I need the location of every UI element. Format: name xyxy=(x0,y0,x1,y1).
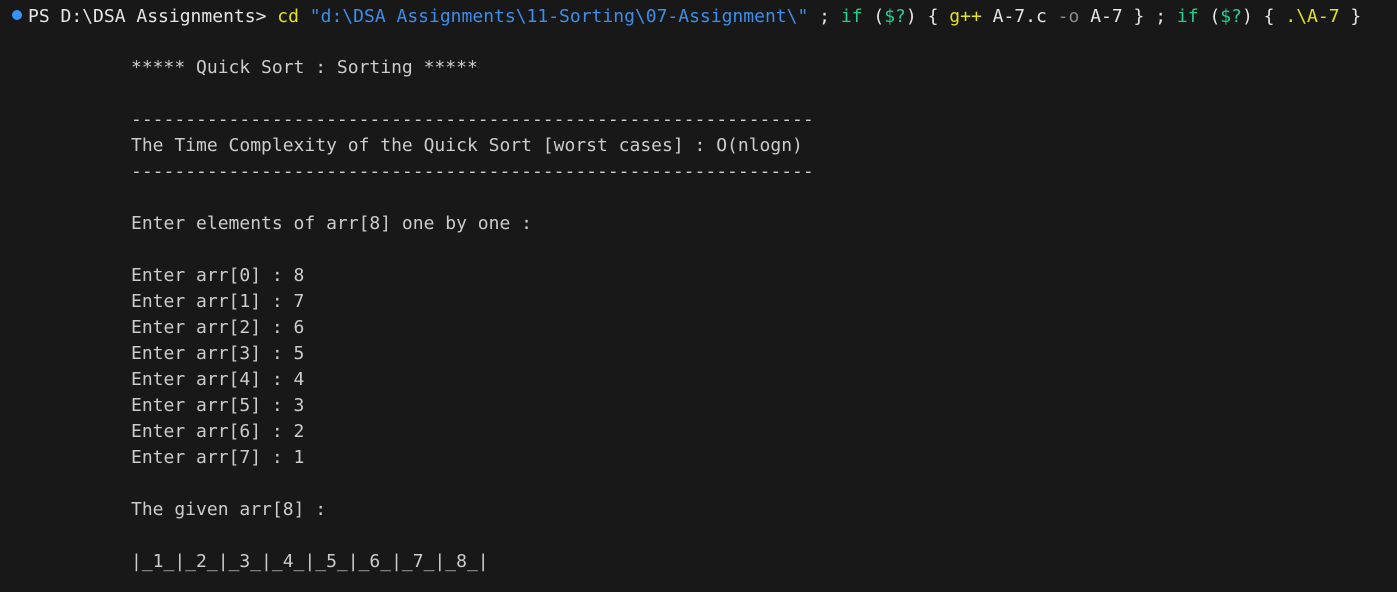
entry-line: Enter arr[5] : 3 xyxy=(131,395,305,416)
cmd-exe: .\A-7 xyxy=(1285,6,1340,27)
cmd-cond1: $? xyxy=(884,6,906,27)
cmd-path: "d:\DSA Assignments\11-Sorting\07-Assign… xyxy=(309,6,809,27)
cmd-brace-open1: { xyxy=(927,6,939,27)
array-display: |_1_|_2_|_3_|_4_|_5_|_6_|_7_|_8_| xyxy=(131,551,489,572)
cmd-flag: -o xyxy=(1057,6,1080,27)
cmd-out: A-7 xyxy=(1090,6,1123,27)
cmd-brace-open2: { xyxy=(1263,6,1275,27)
cmd-gpp: g++ xyxy=(949,6,982,27)
entry-line: Enter arr[0] : 8 xyxy=(131,265,305,286)
cmd-paren-open1: ( xyxy=(873,6,885,27)
cmd-sep2: ; xyxy=(1155,6,1167,27)
cmd-paren-close2: ) xyxy=(1241,6,1253,27)
cmd-brace-close2: } xyxy=(1350,6,1362,27)
cmd-brace-close1: } xyxy=(1133,6,1145,27)
cmd-cond2: $? xyxy=(1220,6,1242,27)
output-title: ***** Quick Sort : Sorting ***** xyxy=(131,57,478,78)
cmd-paren-close1: ) xyxy=(905,6,917,27)
cmd-if2: if xyxy=(1176,6,1199,27)
circle-dot-icon[interactable] xyxy=(12,10,22,20)
entry-line: Enter arr[4] : 4 xyxy=(131,369,305,390)
entry-line: Enter arr[3] : 5 xyxy=(131,343,305,364)
given-array-label: The given arr[8] : xyxy=(131,499,327,520)
cmd-paren-open2: ( xyxy=(1209,6,1221,27)
entry-line: Enter arr[7] : 1 xyxy=(131,447,305,468)
entry-line: Enter arr[6] : 2 xyxy=(131,421,305,442)
divider-bottom: ----------------------------------------… xyxy=(131,161,814,182)
divider-top: ----------------------------------------… xyxy=(131,109,814,130)
complexity-line: The Time Complexity of the Quick Sort [w… xyxy=(131,135,803,156)
cmd-cd: cd xyxy=(277,6,299,27)
terminal-window[interactable]: PS D:\DSA Assignments> cd "d:\DSA Assign… xyxy=(0,0,1397,592)
enter-elements-prompt: Enter elements of arr[8] one by one : xyxy=(131,213,532,234)
entry-line: Enter arr[2] : 6 xyxy=(131,317,305,338)
cmd-src: A-7.c xyxy=(992,6,1047,27)
prompt-ps: PS D:\DSA Assignments> xyxy=(28,6,267,27)
entry-line: Enter arr[1] : 7 xyxy=(131,291,305,312)
command-prompt-line: PS D:\DSA Assignments> cd "d:\DSA Assign… xyxy=(12,4,1361,30)
cmd-if1: if xyxy=(840,6,863,27)
cmd-sep1: ; xyxy=(819,6,830,27)
